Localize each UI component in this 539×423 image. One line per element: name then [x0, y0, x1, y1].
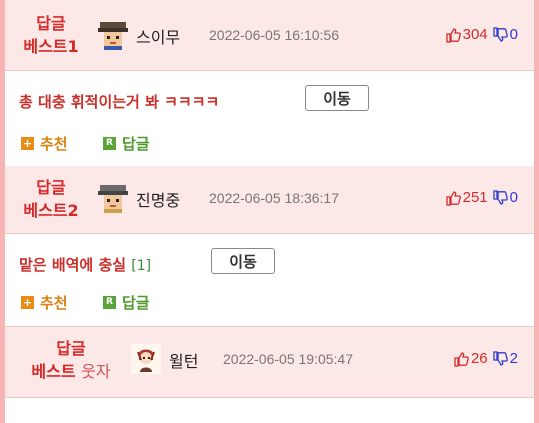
comment-date: 2022-06-05 19:05:47 — [223, 351, 353, 367]
reply-button[interactable]: R 답글 — [103, 133, 150, 154]
plus-icon: + — [21, 296, 34, 309]
thumbs-down-icon — [493, 189, 508, 205]
comment-card: 답글 베스트 웃자 윌턴 2022-06-05 19:05:47 26 2 — [5, 326, 534, 423]
rank-label-line2: 베스트 — [31, 362, 76, 381]
comment-header: 답글 베스트1 스이무 2022-06-05 16:10:56 304 0 — [5, 0, 534, 71]
move-button[interactable]: 이동 — [211, 248, 275, 274]
reply-button[interactable]: R 답글 — [103, 292, 150, 313]
vote-counts: 304 0 — [445, 26, 518, 43]
reply-count[interactable]: [1] — [131, 258, 151, 274]
comment-card: 답글 베스트2 진명중 2022-06-05 18:36:17 251 0 맡은… — [5, 166, 534, 326]
move-button[interactable]: 이동 — [305, 85, 369, 111]
best-rank-badge: 답글 베스트1 — [19, 12, 83, 58]
thumbs-up-icon — [445, 27, 461, 43]
character-avatar-icon — [131, 344, 161, 374]
comment-text-content: 맡은 배역에 충실 — [19, 256, 127, 274]
upvote-count: 304 — [462, 26, 488, 43]
rank-label-line2: 베스트2 — [23, 201, 79, 220]
downvote-count: 0 — [509, 26, 518, 43]
author-name[interactable]: 윌턴 — [169, 348, 198, 372]
rank-category: 웃자 — [81, 362, 111, 381]
author-name[interactable]: 스이무 — [136, 24, 180, 48]
recommend-label: 추천 — [40, 294, 68, 312]
comment-list: 답글 베스트1 스이무 2022-06-05 16:10:56 304 0 총 … — [5, 0, 534, 423]
reply-label: 답글 — [122, 135, 150, 153]
reply-label: 답글 — [122, 294, 150, 312]
upvote-button[interactable]: 304 — [445, 26, 488, 43]
avatar[interactable] — [131, 344, 161, 374]
upvote-button[interactable]: 251 — [445, 189, 488, 206]
downvote-button[interactable]: 0 — [492, 189, 518, 206]
vote-counts: 251 0 — [445, 189, 518, 206]
thumbs-up-icon — [454, 351, 469, 367]
upvote-count: 251 — [462, 189, 488, 206]
author-name[interactable]: 진명중 — [136, 187, 180, 211]
pixel-face-icon — [98, 22, 128, 50]
best-rank-badge: 답글 베스트2 — [19, 176, 83, 222]
plus-icon: + — [21, 137, 34, 150]
avatar[interactable] — [98, 183, 128, 213]
comment-body — [5, 398, 534, 423]
downvote-count: 2 — [509, 350, 518, 367]
comment-text: 맡은 배역에 충실 [1] — [19, 254, 151, 275]
comment-card: 답글 베스트1 스이무 2022-06-05 16:10:56 304 0 총 … — [5, 0, 534, 166]
downvote-button[interactable]: 0 — [492, 26, 518, 43]
comment-date: 2022-06-05 16:10:56 — [209, 27, 339, 43]
comment-header: 답글 베스트 웃자 윌턴 2022-06-05 19:05:47 26 2 — [5, 326, 534, 398]
comment-text-content: 총 대충 휘적이는거 봐 ㅋㅋㅋㅋ — [19, 93, 220, 111]
thumbs-up-icon — [445, 190, 461, 206]
rank-label-line1: 답글 — [56, 339, 86, 358]
rank-label-line1: 답글 — [36, 178, 66, 197]
thumbs-down-icon — [493, 26, 508, 42]
reply-icon: R — [103, 296, 116, 309]
recommend-button[interactable]: + 추천 — [21, 292, 68, 313]
comment-date: 2022-06-05 18:36:17 — [209, 190, 339, 206]
best-rank-badge: 답글 베스트 웃자 — [19, 337, 123, 383]
rank-label-line2: 베스트1 — [23, 37, 79, 56]
upvote-count: 26 — [470, 350, 488, 367]
comment-body: 맡은 배역에 충실 [1] 이동 + 추천 R 답글 — [5, 234, 534, 326]
upvote-button[interactable]: 26 — [453, 350, 488, 367]
reply-icon: R — [103, 137, 116, 150]
comment-text: 총 대충 휘적이는거 봐 ㅋㅋㅋㅋ — [19, 91, 219, 112]
comment-body: 총 대충 휘적이는거 봐 ㅋㅋㅋㅋ 이동 + 추천 R 답글 — [5, 71, 534, 166]
avatar[interactable] — [98, 20, 128, 50]
pixel-face-icon — [98, 185, 128, 213]
comment-header: 답글 베스트2 진명중 2022-06-05 18:36:17 251 0 — [5, 166, 534, 234]
thumbs-down-icon — [493, 350, 508, 366]
recommend-button[interactable]: + 추천 — [21, 133, 68, 154]
downvote-button[interactable]: 2 — [492, 350, 518, 367]
rank-label-line1: 답글 — [36, 14, 66, 33]
recommend-label: 추천 — [40, 135, 68, 153]
downvote-count: 0 — [509, 189, 518, 206]
vote-counts: 26 2 — [453, 350, 518, 367]
